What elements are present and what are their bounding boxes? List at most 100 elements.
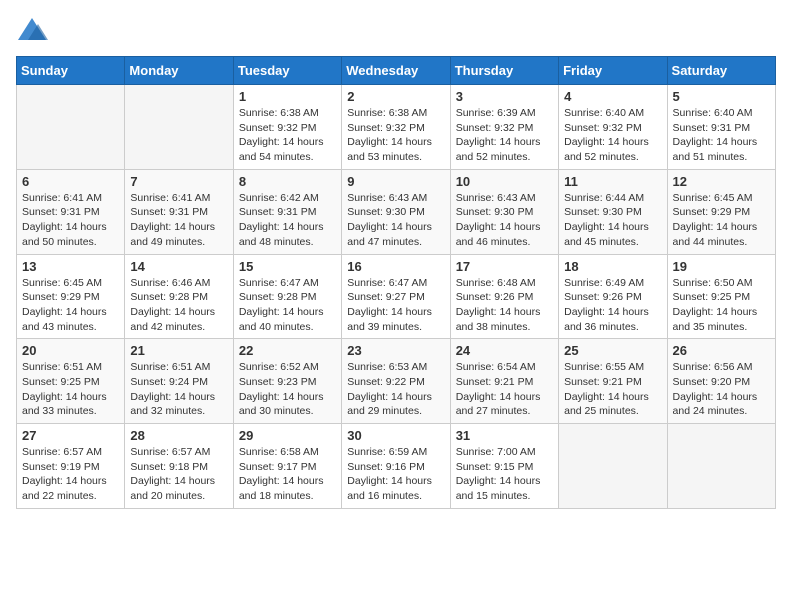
day-number: 19 <box>673 259 770 274</box>
cell-content: Sunrise: 6:44 AMSunset: 9:30 PMDaylight:… <box>564 191 661 250</box>
calendar-cell: 8Sunrise: 6:42 AMSunset: 9:31 PMDaylight… <box>233 169 341 254</box>
calendar-cell: 20 Sunrise: 6:51 AMSunset: 9:25 PMDayligh… <box>17 339 125 424</box>
day-number: 26 <box>673 343 770 358</box>
calendar-cell: 5 Sunrise: 6:40 AMSunset: 9:31 PMDaylight… <box>667 85 775 170</box>
day-number: 30 <box>347 428 444 443</box>
calendar-cell: 12 Sunrise: 6:45 AMSunset: 9:29 PMDayligh… <box>667 169 775 254</box>
calendar-header-row: SundayMondayTuesdayWednesdayThursdayFrid… <box>17 57 776 85</box>
day-number: 31 <box>456 428 553 443</box>
day-number: 9 <box>347 174 444 189</box>
cell-content: Sunrise: 6:53 AMSunset: 9:22 PMDaylight:… <box>347 360 444 419</box>
calendar-cell: 4 Sunrise: 6:40 AMSunset: 9:32 PMDaylight… <box>559 85 667 170</box>
calendar-week-row: 20 Sunrise: 6:51 AMSunset: 9:25 PMDayligh… <box>17 339 776 424</box>
calendar-cell: 10 Sunrise: 6:43 AMSunset: 9:30 PMDayligh… <box>450 169 558 254</box>
day-number: 11 <box>564 174 661 189</box>
calendar-cell: 26 Sunrise: 6:56 AMSunset: 9:20 PMDayligh… <box>667 339 775 424</box>
calendar-cell: 7 Sunrise: 6:41 AMSunset: 9:31 PMDaylight… <box>125 169 233 254</box>
cell-content: Sunrise: 6:39 AMSunset: 9:32 PMDaylight:… <box>456 106 553 165</box>
cell-content: Sunrise: 6:48 AMSunset: 9:26 PMDaylight:… <box>456 276 553 335</box>
calendar-week-row: 1 Sunrise: 6:38 AMSunset: 9:32 PMDaylight… <box>17 85 776 170</box>
day-number: 6 <box>22 174 119 189</box>
logo <box>16 16 52 44</box>
day-number: 7 <box>130 174 227 189</box>
calendar-cell: 23 Sunrise: 6:53 AMSunset: 9:22 PMDayligh… <box>342 339 450 424</box>
calendar-cell: 24 Sunrise: 6:54 AMSunset: 9:21 PMDayligh… <box>450 339 558 424</box>
day-number: 4 <box>564 89 661 104</box>
calendar-cell: 15Sunrise: 6:47 AMSunset: 9:28 PMDayligh… <box>233 254 341 339</box>
cell-content: Sunrise: 6:46 AMSunset: 9:28 PMDaylight:… <box>130 276 227 335</box>
calendar-cell <box>17 85 125 170</box>
calendar-cell: 28 Sunrise: 6:57 AMSunset: 9:18 PMDayligh… <box>125 424 233 509</box>
cell-content: Sunrise: 6:40 AMSunset: 9:31 PMDaylight:… <box>673 106 770 165</box>
cell-content: Sunrise: 6:42 AMSunset: 9:31 PMDaylight:… <box>239 191 336 250</box>
cell-content: Sunrise: 6:47 AMSunset: 9:28 PMDaylight:… <box>239 276 336 335</box>
calendar-cell <box>125 85 233 170</box>
day-number: 18 <box>564 259 661 274</box>
cell-content: Sunrise: 6:59 AMSunset: 9:16 PMDaylight:… <box>347 445 444 504</box>
day-number: 21 <box>130 343 227 358</box>
calendar-week-row: 6 Sunrise: 6:41 AMSunset: 9:31 PMDaylight… <box>17 169 776 254</box>
calendar-cell: 30 Sunrise: 6:59 AMSunset: 9:16 PMDayligh… <box>342 424 450 509</box>
day-number: 20 <box>22 343 119 358</box>
cell-content: Sunrise: 6:57 AMSunset: 9:19 PMDaylight:… <box>22 445 119 504</box>
calendar-cell: 11 Sunrise: 6:44 AMSunset: 9:30 PMDayligh… <box>559 169 667 254</box>
cell-content: Sunrise: 6:47 AMSunset: 9:27 PMDaylight:… <box>347 276 444 335</box>
calendar-week-row: 13Sunrise: 6:45 AMSunset: 9:29 PMDayligh… <box>17 254 776 339</box>
day-number: 16 <box>347 259 444 274</box>
day-number: 28 <box>130 428 227 443</box>
cell-content: Sunrise: 6:52 AMSunset: 9:23 PMDaylight:… <box>239 360 336 419</box>
day-number: 27 <box>22 428 119 443</box>
weekday-header: Thursday <box>450 57 558 85</box>
calendar-cell: 19 Sunrise: 6:50 AMSunset: 9:25 PMDayligh… <box>667 254 775 339</box>
cell-content: Sunrise: 6:41 AMSunset: 9:31 PMDaylight:… <box>22 191 119 250</box>
weekday-header: Friday <box>559 57 667 85</box>
calendar-cell: 14Sunrise: 6:46 AMSunset: 9:28 PMDayligh… <box>125 254 233 339</box>
day-number: 17 <box>456 259 553 274</box>
cell-content: Sunrise: 6:41 AMSunset: 9:31 PMDaylight:… <box>130 191 227 250</box>
calendar-cell: 1 Sunrise: 6:38 AMSunset: 9:32 PMDaylight… <box>233 85 341 170</box>
day-number: 10 <box>456 174 553 189</box>
cell-content: Sunrise: 6:45 AMSunset: 9:29 PMDaylight:… <box>22 276 119 335</box>
day-number: 5 <box>673 89 770 104</box>
weekday-header: Wednesday <box>342 57 450 85</box>
day-number: 1 <box>239 89 336 104</box>
cell-content: Sunrise: 6:57 AMSunset: 9:18 PMDaylight:… <box>130 445 227 504</box>
cell-content: Sunrise: 6:56 AMSunset: 9:20 PMDaylight:… <box>673 360 770 419</box>
calendar-cell: 13Sunrise: 6:45 AMSunset: 9:29 PMDayligh… <box>17 254 125 339</box>
day-number: 22 <box>239 343 336 358</box>
cell-content: Sunrise: 6:51 AMSunset: 9:25 PMDaylight:… <box>22 360 119 419</box>
day-number: 29 <box>239 428 336 443</box>
cell-content: Sunrise: 6:49 AMSunset: 9:26 PMDaylight:… <box>564 276 661 335</box>
cell-content: Sunrise: 6:45 AMSunset: 9:29 PMDaylight:… <box>673 191 770 250</box>
cell-content: Sunrise: 6:43 AMSunset: 9:30 PMDaylight:… <box>347 191 444 250</box>
weekday-header: Monday <box>125 57 233 85</box>
day-number: 23 <box>347 343 444 358</box>
day-number: 24 <box>456 343 553 358</box>
cell-content: Sunrise: 6:40 AMSunset: 9:32 PMDaylight:… <box>564 106 661 165</box>
calendar-cell: 21 Sunrise: 6:51 AMSunset: 9:24 PMDayligh… <box>125 339 233 424</box>
calendar-table: SundayMondayTuesdayWednesdayThursdayFrid… <box>16 56 776 509</box>
calendar-cell: 16 Sunrise: 6:47 AMSunset: 9:27 PMDayligh… <box>342 254 450 339</box>
cell-content: Sunrise: 6:38 AMSunset: 9:32 PMDaylight:… <box>347 106 444 165</box>
calendar-week-row: 27 Sunrise: 6:57 AMSunset: 9:19 PMDayligh… <box>17 424 776 509</box>
cell-content: Sunrise: 6:43 AMSunset: 9:30 PMDaylight:… <box>456 191 553 250</box>
cell-content: Sunrise: 6:55 AMSunset: 9:21 PMDaylight:… <box>564 360 661 419</box>
calendar-cell: 29 Sunrise: 6:58 AMSunset: 9:17 PMDayligh… <box>233 424 341 509</box>
calendar-cell: 17 Sunrise: 6:48 AMSunset: 9:26 PMDayligh… <box>450 254 558 339</box>
calendar-cell: 3 Sunrise: 6:39 AMSunset: 9:32 PMDaylight… <box>450 85 558 170</box>
day-number: 12 <box>673 174 770 189</box>
day-number: 3 <box>456 89 553 104</box>
calendar-cell <box>559 424 667 509</box>
day-number: 25 <box>564 343 661 358</box>
calendar-cell: 18 Sunrise: 6:49 AMSunset: 9:26 PMDayligh… <box>559 254 667 339</box>
cell-content: Sunrise: 6:38 AMSunset: 9:32 PMDaylight:… <box>239 106 336 165</box>
calendar-cell: 31Sunrise: 7:00 AMSunset: 9:15 PMDayligh… <box>450 424 558 509</box>
calendar-cell: 9 Sunrise: 6:43 AMSunset: 9:30 PMDaylight… <box>342 169 450 254</box>
cell-content: Sunrise: 6:54 AMSunset: 9:21 PMDaylight:… <box>456 360 553 419</box>
calendar-cell: 25 Sunrise: 6:55 AMSunset: 9:21 PMDayligh… <box>559 339 667 424</box>
cell-content: Sunrise: 6:50 AMSunset: 9:25 PMDaylight:… <box>673 276 770 335</box>
cell-content: Sunrise: 6:58 AMSunset: 9:17 PMDaylight:… <box>239 445 336 504</box>
weekday-header: Saturday <box>667 57 775 85</box>
cell-content: Sunrise: 6:51 AMSunset: 9:24 PMDaylight:… <box>130 360 227 419</box>
weekday-header: Sunday <box>17 57 125 85</box>
